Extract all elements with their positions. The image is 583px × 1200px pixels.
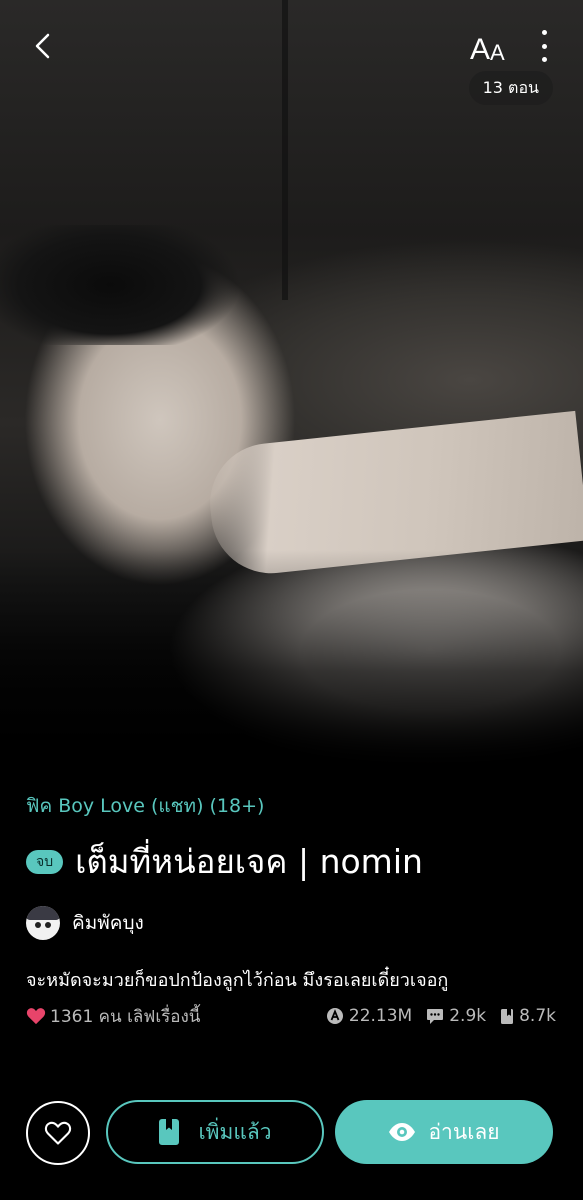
saves-stat: 8.7k <box>500 1006 556 1026</box>
book-icon <box>159 1119 180 1145</box>
added-to-library-button[interactable]: เพิ่มแล้ว <box>106 1100 324 1164</box>
story-title: เต็มที่หน่อยเจค | nomin <box>75 842 423 881</box>
comment-icon <box>427 1008 444 1024</box>
author-row[interactable]: คิมพัคบุง <box>26 906 144 940</box>
more-options-button[interactable] <box>532 30 556 62</box>
action-bar: เพิ่มแล้ว อ่านเลย <box>0 1098 583 1168</box>
story-description: จะหมัดจะมวยก็ขอปกป้องลูกไว้ก่อน มึงรอเลย… <box>26 970 449 991</box>
comments-count: 2.9k <box>449 1006 487 1026</box>
font-size-icon-small: A <box>490 40 505 65</box>
back-button[interactable] <box>24 28 60 64</box>
saves-count: 8.7k <box>519 1006 556 1026</box>
author-name[interactable]: คิมพัคบุง <box>72 908 144 938</box>
episode-count-badge: 13 ตอน <box>468 71 553 105</box>
read-now-button[interactable]: อ่านเลย <box>335 1100 553 1164</box>
heart-outline-icon <box>44 1121 72 1145</box>
comments-stat: 2.9k <box>426 1006 486 1026</box>
likes-text: 1361 คน เลิฟเรื่องนี้ <box>50 1006 201 1027</box>
title-row: จบ เต็มที่หน่อยเจค | nomin <box>26 838 423 886</box>
views-icon <box>326 1008 343 1024</box>
font-size-icon-large: A <box>470 33 491 66</box>
cover-hair-shape <box>0 225 250 345</box>
heart-icon <box>26 1008 46 1025</box>
bookmark-icon <box>501 1008 514 1024</box>
read-label: อ่านเลย <box>428 1119 500 1144</box>
back-arrow-icon <box>35 33 50 59</box>
views-stat: 22.13M <box>326 1006 412 1026</box>
views-count: 22.13M <box>348 1006 413 1026</box>
likes-stat: 1361 คน เลิฟเรื่องนี้ <box>26 1003 200 1030</box>
top-bar: A A 13 ตอน <box>0 0 583 120</box>
like-button[interactable] <box>26 1101 90 1165</box>
story-category[interactable]: ฟิค Boy Love (แชท) (18+) <box>26 791 264 821</box>
author-avatar[interactable] <box>26 906 60 940</box>
cover-fade-overlay <box>0 550 583 770</box>
stats-row: 1361 คน เลิฟเรื่องนี้ 22.13M 2.9k 8.7k <box>26 1004 556 1028</box>
more-vertical-icon <box>541 30 547 35</box>
added-label: เพิ่มแล้ว <box>198 1119 272 1144</box>
eye-icon <box>389 1123 416 1141</box>
font-size-button[interactable]: A A <box>470 26 505 66</box>
completed-badge: จบ <box>26 850 64 874</box>
